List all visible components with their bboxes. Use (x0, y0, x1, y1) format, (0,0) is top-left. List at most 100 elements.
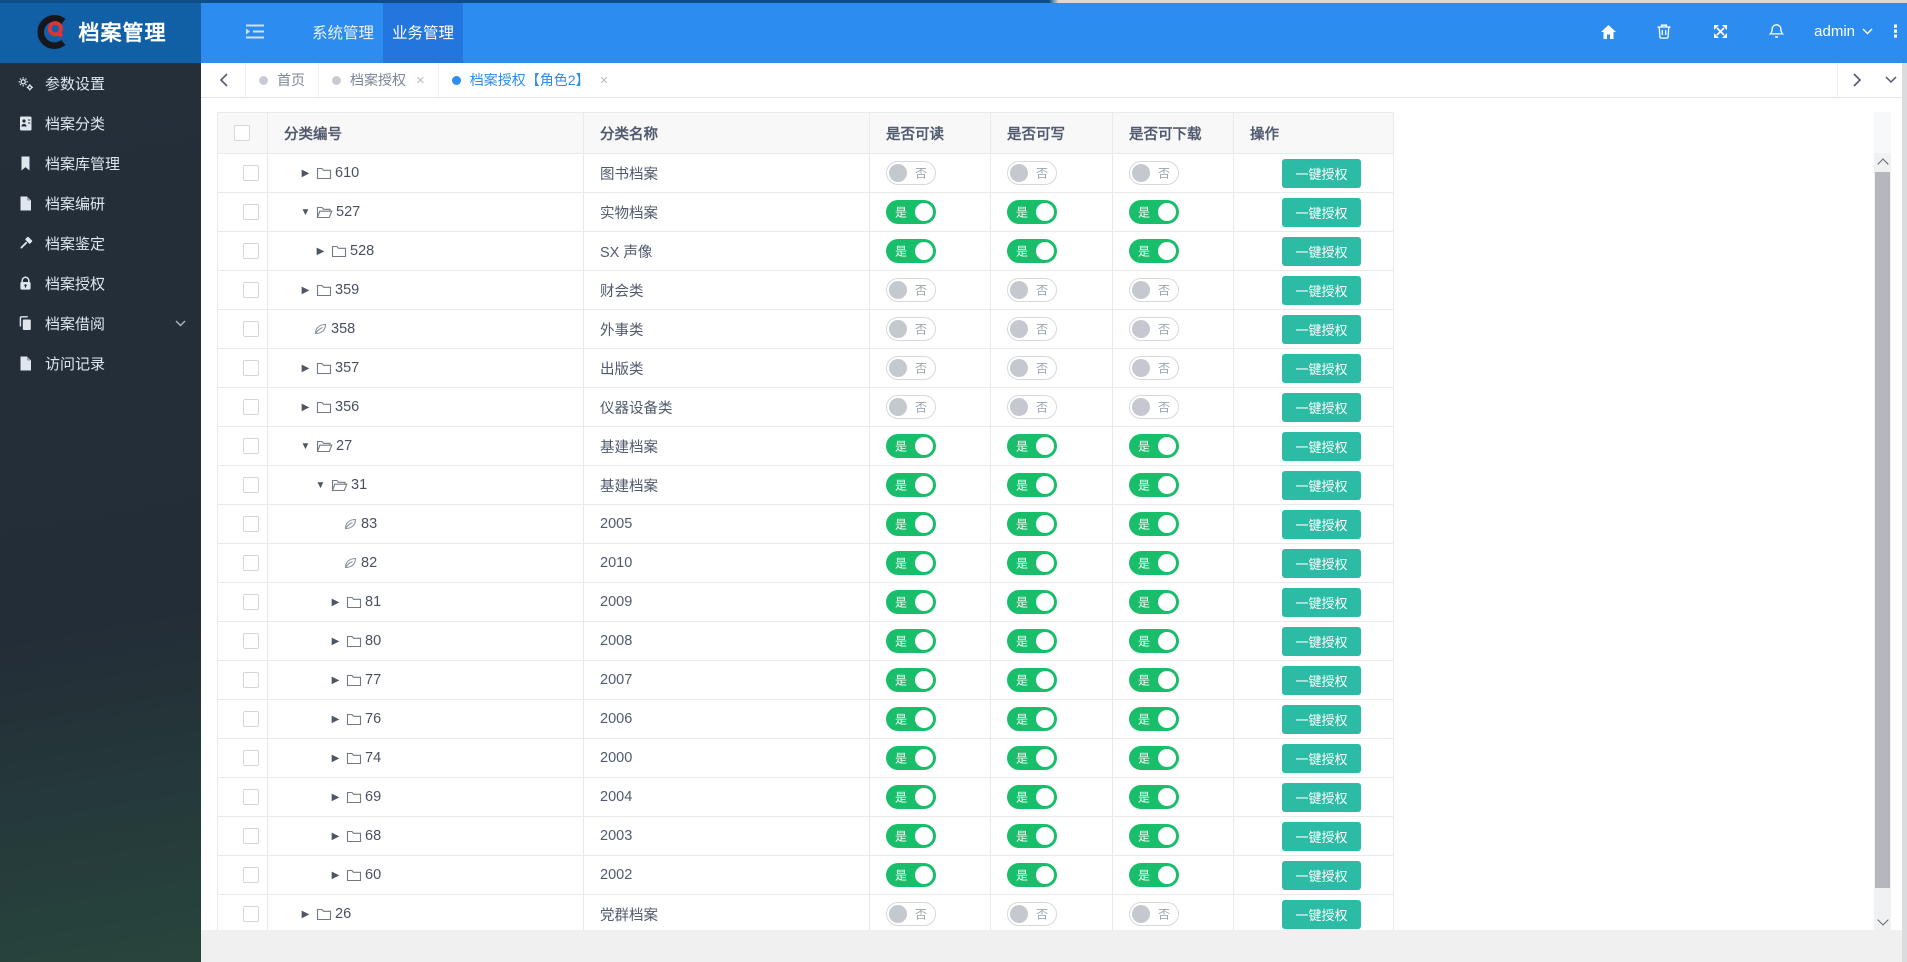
row-checkbox[interactable] (243, 555, 259, 571)
toggle-write[interactable]: 是 (1007, 629, 1057, 653)
tab-scroll-right-icon[interactable] (1837, 63, 1877, 97)
tree-expand-icon[interactable]: ▶ (298, 168, 313, 179)
toggle-read[interactable]: 是 (886, 863, 936, 887)
toggle-write[interactable]: 否 (1007, 902, 1057, 926)
fullscreen-icon[interactable] (1692, 23, 1748, 40)
toggle-download[interactable]: 否 (1129, 395, 1179, 419)
row-checkbox[interactable] (243, 321, 259, 337)
toggle-write[interactable]: 是 (1007, 434, 1057, 458)
row-checkbox[interactable] (243, 516, 259, 532)
toggle-write[interactable]: 否 (1007, 317, 1057, 341)
row-checkbox[interactable] (243, 867, 259, 883)
toggle-download[interactable]: 是 (1129, 434, 1179, 458)
row-checkbox[interactable] (243, 165, 259, 181)
toggle-read[interactable]: 是 (886, 785, 936, 809)
toggle-read[interactable]: 是 (886, 200, 936, 224)
toggle-read[interactable]: 是 (886, 746, 936, 770)
toggle-read[interactable]: 否 (886, 161, 936, 185)
tree-expand-icon[interactable]: ▶ (328, 831, 343, 842)
row-checkbox[interactable] (243, 282, 259, 298)
tree-expand-icon[interactable]: ▶ (298, 909, 313, 920)
toggle-download[interactable]: 是 (1129, 239, 1179, 263)
tree-expand-icon[interactable]: ▶ (328, 792, 343, 803)
tab-options-icon[interactable] (1877, 63, 1905, 97)
one-click-authorize-button[interactable]: 一键授权 (1282, 432, 1360, 461)
toggle-download[interactable]: 否 (1129, 317, 1179, 341)
toggle-write[interactable]: 是 (1007, 200, 1057, 224)
one-click-authorize-button[interactable]: 一键授权 (1282, 627, 1360, 656)
one-click-authorize-button[interactable]: 一键授权 (1282, 315, 1360, 344)
toggle-write[interactable]: 否 (1007, 278, 1057, 302)
toggle-read[interactable]: 否 (886, 395, 936, 419)
toggle-write[interactable]: 是 (1007, 707, 1057, 731)
tree-collapse-icon[interactable]: ▼ (313, 480, 328, 491)
toggle-download[interactable]: 是 (1129, 707, 1179, 731)
toggle-write[interactable]: 是 (1007, 668, 1057, 692)
trash-icon[interactable] (1636, 23, 1692, 40)
one-click-authorize-button[interactable]: 一键授权 (1282, 198, 1360, 227)
bell-icon[interactable] (1748, 23, 1804, 40)
row-checkbox[interactable] (243, 633, 259, 649)
row-checkbox[interactable] (243, 438, 259, 454)
vertical-scrollbar[interactable] (1874, 112, 1891, 930)
toggle-write[interactable]: 是 (1007, 824, 1057, 848)
tree-collapse-icon[interactable]: ▼ (298, 441, 313, 452)
one-click-authorize-button[interactable]: 一键授权 (1282, 900, 1360, 929)
tab-archive-authorization[interactable]: 档案授权 × (318, 63, 438, 97)
sidebar-item-access-records[interactable]: 访问记录 (0, 343, 201, 383)
one-click-authorize-button[interactable]: 一键授权 (1282, 588, 1360, 617)
toggle-write[interactable]: 是 (1007, 239, 1057, 263)
toggle-write[interactable]: 是 (1007, 590, 1057, 614)
row-checkbox[interactable] (243, 243, 259, 259)
toggle-write[interactable]: 否 (1007, 161, 1057, 185)
toggle-download[interactable]: 是 (1129, 473, 1179, 497)
toggle-read[interactable]: 否 (886, 902, 936, 926)
toggle-download[interactable]: 否 (1129, 161, 1179, 185)
toggle-read[interactable]: 否 (886, 356, 936, 380)
tab-close-icon[interactable]: × (416, 73, 425, 88)
scroll-down-icon[interactable] (1874, 913, 1891, 930)
toggle-read[interactable]: 是 (886, 512, 936, 536)
row-checkbox[interactable] (243, 360, 259, 376)
row-checkbox[interactable] (243, 204, 259, 220)
toggle-write[interactable]: 否 (1007, 395, 1057, 419)
tree-expand-icon[interactable]: ▶ (298, 363, 313, 374)
one-click-authorize-button[interactable]: 一键授权 (1282, 237, 1360, 266)
toggle-write[interactable]: 是 (1007, 473, 1057, 497)
sidebar-item-parameter-settings[interactable]: 参数设置 (0, 63, 201, 103)
one-click-authorize-button[interactable]: 一键授权 (1282, 549, 1360, 578)
toggle-download[interactable]: 是 (1129, 629, 1179, 653)
toggle-read[interactable]: 否 (886, 278, 936, 302)
toggle-read[interactable]: 是 (886, 590, 936, 614)
toggle-download[interactable]: 否 (1129, 356, 1179, 380)
scrollbar-thumb[interactable] (1875, 172, 1890, 888)
toggle-read[interactable]: 是 (886, 629, 936, 653)
tree-expand-icon[interactable]: ▶ (313, 246, 328, 257)
nav-item-system[interactable]: 系统管理 (303, 0, 383, 63)
one-click-authorize-button[interactable]: 一键授权 (1282, 666, 1360, 695)
tab-scroll-left-icon[interactable] (201, 63, 245, 97)
sidebar-item-repository-management[interactable]: 档案库管理 (0, 143, 201, 183)
toggle-download[interactable]: 是 (1129, 200, 1179, 224)
sidebar-item-archive-borrowing[interactable]: 档案借阅 (0, 303, 201, 343)
tree-collapse-icon[interactable]: ▼ (298, 207, 313, 218)
toggle-download[interactable]: 否 (1129, 278, 1179, 302)
tree-expand-icon[interactable]: ▶ (328, 714, 343, 725)
row-checkbox[interactable] (243, 789, 259, 805)
row-checkbox[interactable] (243, 750, 259, 766)
toggle-read[interactable]: 否 (886, 317, 936, 341)
tree-expand-icon[interactable]: ▶ (328, 675, 343, 686)
tab-archive-authorization-role2[interactable]: 档案授权【角色2】 × (438, 63, 622, 97)
toggle-download[interactable]: 是 (1129, 668, 1179, 692)
sidebar-item-archive-authorization[interactable]: 档案授权 (0, 263, 201, 303)
home-icon[interactable] (1580, 24, 1636, 40)
row-checkbox[interactable] (243, 711, 259, 727)
row-checkbox[interactable] (243, 672, 259, 688)
toggle-download[interactable]: 是 (1129, 590, 1179, 614)
tab-home[interactable]: 首页 (245, 63, 318, 97)
row-checkbox[interactable] (243, 399, 259, 415)
scroll-up-icon[interactable] (1874, 153, 1891, 170)
row-checkbox[interactable] (243, 906, 259, 922)
more-options-icon[interactable]: ⋮ (1887, 29, 1901, 35)
toggle-write[interactable]: 是 (1007, 512, 1057, 536)
